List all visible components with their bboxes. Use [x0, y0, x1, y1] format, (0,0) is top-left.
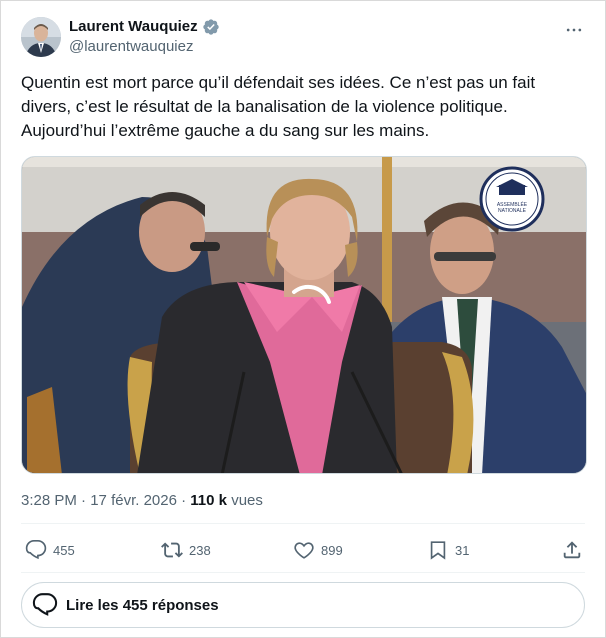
- divider-bottom: [21, 572, 585, 573]
- action-bar: 455 238 899 31: [21, 531, 585, 571]
- like-button[interactable]: 899: [293, 539, 343, 561]
- reply-count: 455: [53, 542, 75, 558]
- tweet-meta: 3:28 PM · 17 févr. 2026 · 110 k vues: [21, 491, 263, 511]
- like-icon: [294, 542, 314, 559]
- tweet-header: Laurent Wauquiez @laurentwauquiez: [21, 15, 585, 59]
- tweet-media-video[interactable]: ASSEMBLÉE NATIONALE: [21, 156, 587, 474]
- verified-badge-icon[interactable]: [202, 18, 220, 36]
- retweet-icon: [161, 542, 183, 558]
- bookmark-count: 31: [455, 542, 470, 558]
- meta-separator: ·: [81, 492, 87, 509]
- more-icon[interactable]: [563, 19, 585, 41]
- share-icon: [563, 541, 581, 559]
- author-handle[interactable]: @laurentwauquiez: [69, 37, 220, 57]
- avatar[interactable]: [21, 17, 61, 57]
- display-name-row: Laurent Wauquiez: [69, 17, 220, 37]
- bookmark-button[interactable]: 31: [427, 539, 469, 561]
- divider-top: [21, 523, 585, 524]
- video-frame-image: ASSEMBLÉE NATIONALE: [22, 157, 586, 473]
- bookmark-icon: [430, 541, 446, 560]
- read-replies-button[interactable]: Lire les 455 réponses: [21, 582, 585, 628]
- tweet-text: Quentin est mort parce qu’il défendait s…: [21, 73, 536, 140]
- meta-separator-2: ·: [181, 492, 187, 509]
- display-name[interactable]: Laurent Wauquiez: [69, 17, 198, 37]
- reply-button[interactable]: 455: [25, 539, 75, 561]
- avatar-image: [21, 17, 61, 57]
- author-names: Laurent Wauquiez @laurentwauquiez: [69, 17, 220, 57]
- share-button[interactable]: [561, 539, 583, 561]
- retweet-button[interactable]: 238: [161, 539, 211, 561]
- tweet-time[interactable]: 3:28 PM: [21, 492, 77, 509]
- reply-icon: [25, 540, 47, 560]
- tweet-date[interactable]: 17 févr. 2026: [90, 492, 177, 509]
- tweet-card: Laurent Wauquiez @laurentwauquiez Quenti…: [0, 0, 606, 638]
- views-count: 110 k: [190, 492, 228, 509]
- speech-bubble-icon: [32, 593, 58, 616]
- retweet-count: 238: [189, 542, 211, 558]
- svg-text:NATIONALE: NATIONALE: [498, 208, 527, 214]
- svg-text:ASSEMBLÉE: ASSEMBLÉE: [497, 201, 528, 208]
- read-replies-label: Lire les 455 réponses: [66, 596, 219, 614]
- views-label: vues: [231, 492, 263, 509]
- like-count: 899: [321, 542, 343, 558]
